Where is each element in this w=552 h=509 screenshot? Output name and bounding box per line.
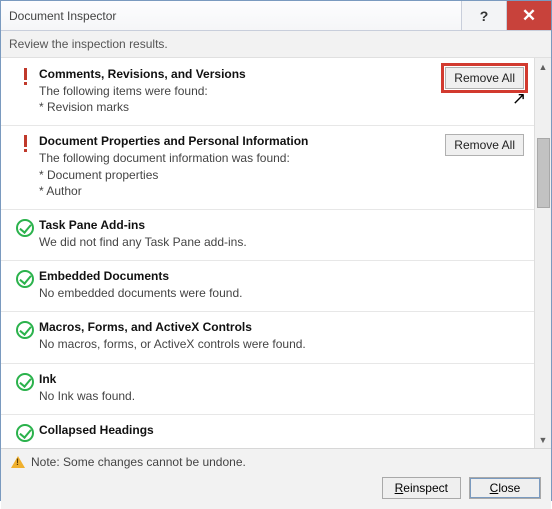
check-icon — [16, 373, 34, 391]
section-detail: We did not find any Task Pane add-ins. — [39, 234, 433, 250]
section-detail: * Document properties — [39, 167, 433, 183]
remove-all-button[interactable]: Remove All — [445, 67, 524, 89]
help-button[interactable]: ? — [461, 1, 506, 30]
result-section: Embedded Documents No embedded documents … — [1, 261, 534, 312]
close-button[interactable]: Close — [469, 477, 541, 499]
section-detail: * Author — [39, 183, 433, 199]
cursor-icon: ↖ — [512, 89, 526, 109]
alert-icon — [22, 135, 28, 153]
section-heading: Macros, Forms, and ActiveX Controls — [39, 320, 433, 334]
result-section: Collapsed Headings — [1, 415, 534, 448]
section-detail: No macros, forms, or ActiveX controls we… — [39, 336, 433, 352]
scroll-up-icon[interactable]: ▲ — [535, 58, 551, 75]
remove-all-button[interactable]: Remove All — [445, 134, 524, 156]
warning-icon — [11, 456, 25, 468]
section-heading: Comments, Revisions, and Versions — [39, 67, 433, 81]
section-detail: No Ink was found. — [39, 388, 433, 404]
close-icon: ✕ — [522, 7, 536, 24]
window-title: Document Inspector — [1, 9, 461, 23]
alert-icon — [22, 68, 28, 86]
result-section: Task Pane Add-ins We did not find any Tas… — [1, 210, 534, 261]
section-detail: The following items were found: — [39, 83, 433, 99]
section-heading: Ink — [39, 372, 433, 386]
check-icon — [16, 321, 34, 339]
titlebar: Document Inspector ? ✕ — [1, 1, 551, 31]
footer: Note: Some changes cannot be undone. Rei… — [1, 448, 551, 509]
section-detail: No embedded documents were found. — [39, 285, 433, 301]
result-section: Document Properties and Personal Informa… — [1, 126, 534, 210]
section-heading: Task Pane Add-ins — [39, 218, 433, 232]
section-heading: Collapsed Headings — [39, 423, 433, 437]
check-icon — [16, 424, 34, 442]
close-window-button[interactable]: ✕ — [506, 1, 551, 30]
reinspect-button[interactable]: Reinspect — [382, 477, 461, 499]
scroll-thumb[interactable] — [537, 138, 550, 208]
result-section: Ink No Ink was found. — [1, 364, 534, 415]
check-icon — [16, 270, 34, 288]
section-heading: Document Properties and Personal Informa… — [39, 134, 433, 148]
result-section: Macros, Forms, and ActiveX Controls No ma… — [1, 312, 534, 363]
section-detail: * Revision marks — [39, 99, 433, 115]
section-detail: The following document information was f… — [39, 150, 433, 166]
results-list: Comments, Revisions, and Versions The fol… — [1, 58, 534, 448]
scroll-down-icon[interactable]: ▼ — [535, 431, 551, 448]
scrollbar[interactable]: ▲ ▼ — [534, 58, 551, 448]
subtitle: Review the inspection results. — [1, 31, 551, 58]
footer-note: Note: Some changes cannot be undone. — [31, 455, 246, 469]
result-section: Comments, Revisions, and Versions The fol… — [1, 59, 534, 126]
section-heading: Embedded Documents — [39, 269, 433, 283]
check-icon — [16, 219, 34, 237]
